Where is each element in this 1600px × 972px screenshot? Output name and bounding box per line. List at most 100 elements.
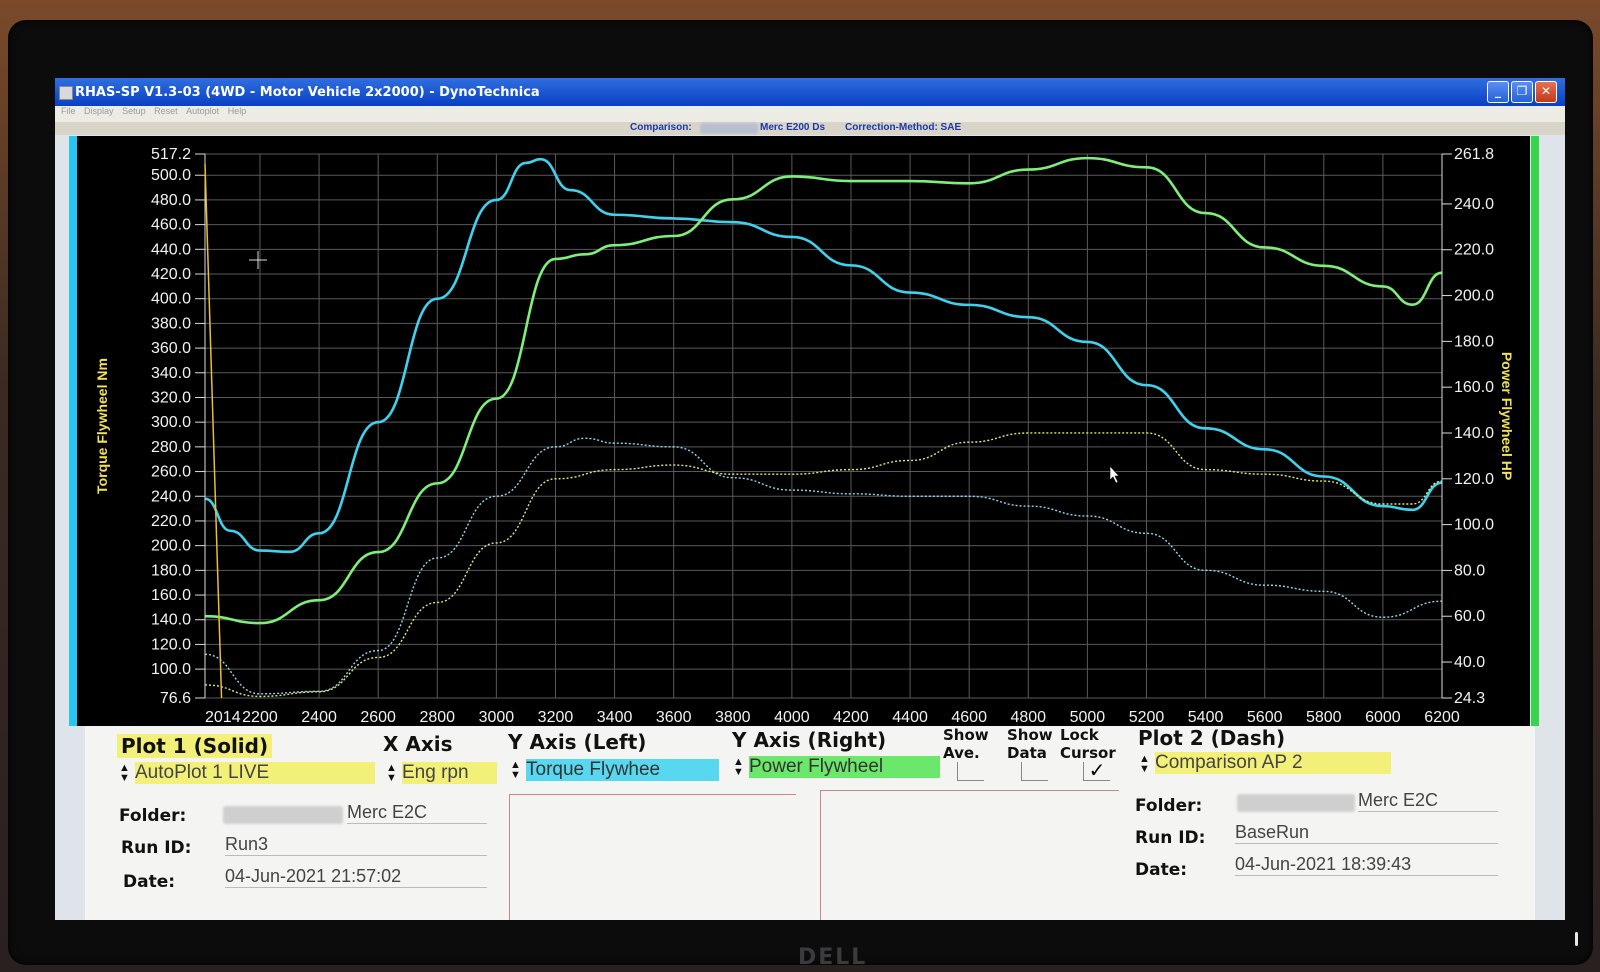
plot1-spinner-icon[interactable]: ▲ ▼ <box>119 763 130 784</box>
yright-select[interactable]: Power Flywheel <box>749 756 940 778</box>
show-data-label: Show Data <box>1007 726 1053 762</box>
menu-autoplot[interactable]: Autoplot <box>186 106 219 116</box>
yleft-title: Y Axis (Left) <box>508 730 647 754</box>
yleft-spinner-icon[interactable]: ▲ ▼ <box>510 760 521 781</box>
x-tick-label: 5600 <box>1247 709 1283 726</box>
lock-cursor-label: Lock Cursor <box>1060 726 1116 762</box>
left-axis-stripe <box>69 136 77 726</box>
y-left-tick-label: 200.0 <box>151 538 191 555</box>
x-tick-label: 2014 <box>205 709 241 726</box>
y-left-tick-label: 160.0 <box>151 587 191 604</box>
y-axis-right-label: Power Flywheel HP <box>1499 352 1515 480</box>
plot2-select[interactable]: Comparison AP 2 <box>1155 752 1391 774</box>
y-left-tick-label: 300.0 <box>151 414 191 431</box>
plot1-title: Plot 1 (Solid) <box>117 734 273 758</box>
x-tick-label: 3200 <box>538 709 574 726</box>
x-tick-label: 5000 <box>1070 709 1106 726</box>
xaxis-spinner-icon[interactable]: ▲ ▼ <box>386 763 397 784</box>
redacted-folder-2 <box>1237 794 1355 812</box>
menu-help[interactable]: Help <box>228 106 247 116</box>
menu-reset[interactable]: Reset <box>154 106 178 116</box>
mouse-pointer-icon <box>1109 465 1120 484</box>
minimize-button[interactable]: _ <box>1487 81 1509 103</box>
info-bar: Comparison: Merc E200 Ds Correction-Meth… <box>55 122 1565 135</box>
y-right-tick-label: 180.0 <box>1454 333 1494 350</box>
show-data-checkbox[interactable] <box>1021 762 1048 781</box>
crosshair-icon[interactable] <box>249 251 267 269</box>
comparison-label: Comparison: <box>630 122 692 133</box>
redacted-folder <box>223 806 343 824</box>
chart-area[interactable]: 2014 2200 2400 2600 2800 3000 3200 3400 3600 3800… <box>77 136 1530 726</box>
y-left-tick-label: 280.0 <box>151 439 191 456</box>
menu-file[interactable]: File <box>61 106 76 116</box>
x-tick-label: 4000 <box>774 709 810 726</box>
y-left-tick-label: 140.0 <box>151 612 191 629</box>
y-right-tick-label: 60.0 <box>1454 608 1485 625</box>
title-bar: RHAS-SP V1.3-03 (4WD - Motor Vehicle 2x2… <box>55 78 1565 106</box>
x-tick-label: 3000 <box>479 709 515 726</box>
menu-display[interactable]: Display <box>84 106 114 116</box>
yright-spinner-icon[interactable]: ▲ ▼ <box>733 757 744 778</box>
y-left-tick-label: 100.0 <box>151 661 191 678</box>
lock-cursor-checkbox[interactable]: ✓ <box>1083 761 1110 781</box>
xaxis-select[interactable]: Eng rpn <box>402 762 497 784</box>
x-tick-label: 4400 <box>892 709 928 726</box>
y-right-tick-label: 261.8 <box>1454 146 1494 163</box>
y-left-tick-label: 460.0 <box>151 217 191 234</box>
dash-power-series-line <box>204 432 1443 698</box>
yleft-options-box <box>509 794 796 920</box>
xaxis-title: X Axis <box>383 732 453 756</box>
show-ave-label: Show Ave. <box>943 726 989 762</box>
menu-setup[interactable]: Setup <box>122 106 146 116</box>
y-left-tick-label: 180.0 <box>151 562 191 579</box>
app-icon <box>59 86 73 100</box>
x-tick-label: 2800 <box>419 709 455 726</box>
control-panel: Plot 1 (Solid) X Axis Y Axis (Left) Y Ax… <box>85 726 1535 920</box>
y-right-tick-label: 24.3 <box>1454 690 1485 707</box>
plot2-spinner-icon[interactable]: ▲ ▼ <box>1139 754 1150 775</box>
plot2-folder-value: Merc E2C <box>1358 790 1498 812</box>
plot2-date-label: Date: <box>1135 860 1188 880</box>
plot2-title: Plot 2 (Dash) <box>1138 726 1286 750</box>
right-axis-stripe <box>1531 136 1539 726</box>
chart-grid <box>204 153 1443 699</box>
y-left-tick-label: 400.0 <box>151 291 191 308</box>
solid-torque-series-line <box>204 157 1443 554</box>
data-cursor-line[interactable] <box>204 163 223 699</box>
x-tick-label: 4800 <box>1010 709 1046 726</box>
restore-button[interactable]: ❐ <box>1511 81 1533 103</box>
plot2-folder-label: Folder: <box>1135 796 1203 816</box>
plot1-select[interactable]: AutoPlot 1 LIVE <box>135 762 375 784</box>
plot2-runid-value: BaseRun <box>1235 822 1498 844</box>
x-tick-label: 6000 <box>1365 709 1401 726</box>
yright-options-box <box>820 790 1119 920</box>
plot1-date-label: Date: <box>123 872 176 892</box>
menu-bar: File Display Setup Reset Autoplot Help <box>55 106 1565 122</box>
correction-method: Correction-Method: SAE <box>845 122 962 133</box>
show-ave-checkbox[interactable] <box>957 762 984 781</box>
y-left-tick-label: 440.0 <box>151 241 191 258</box>
y-right-tick-label: 40.0 <box>1454 654 1485 671</box>
x-tick-label: 3600 <box>656 709 692 726</box>
yleft-select[interactable]: Torque Flywhee <box>526 759 719 781</box>
x-tick-label: 5200 <box>1129 709 1165 726</box>
y-left-tick-label: 120.0 <box>151 636 191 653</box>
chart-series <box>204 156 1443 698</box>
window-title: RHAS-SP V1.3-03 (4WD - Motor Vehicle 2x2… <box>75 85 540 100</box>
plot1-date-value: 04-Jun-2021 21:57:02 <box>225 866 487 888</box>
plot2-runid-label: Run ID: <box>1135 828 1206 848</box>
dyno-chart[interactable]: 2014 2200 2400 2600 2800 3000 3200 3400 3600 3800… <box>77 136 1530 726</box>
y-left-tick-label: 517.2 <box>151 146 191 163</box>
y-right-tick-label: 140.0 <box>1454 425 1494 442</box>
y-left-tick-label: 220.0 <box>151 513 191 530</box>
x-tick-label: 2600 <box>360 709 396 726</box>
close-button[interactable]: ✕ <box>1535 81 1557 103</box>
x-tick-label: 3400 <box>597 709 633 726</box>
y-left-tick-label: 240.0 <box>151 488 191 505</box>
x-tick-label: 2200 <box>242 709 278 726</box>
y-right-tick-label: 220.0 <box>1454 242 1494 259</box>
y-axis-left-label: Torque Flywheel Nm <box>94 358 110 494</box>
x-tick-label: 4600 <box>951 709 987 726</box>
app-window: RHAS-SP V1.3-03 (4WD - Motor Vehicle 2x2… <box>55 78 1565 920</box>
monitor-brand-logo: DELL <box>798 945 868 970</box>
